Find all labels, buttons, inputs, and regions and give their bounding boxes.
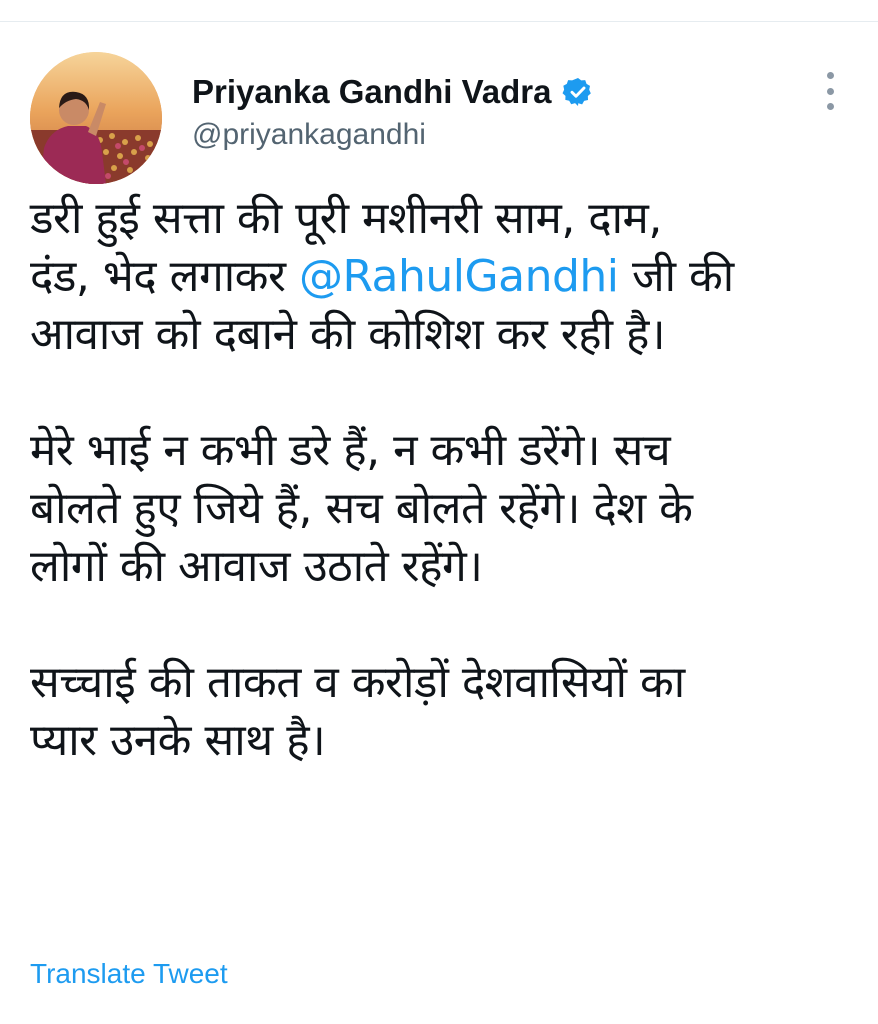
tweet-line: सच्चाई की ताकत व करोड़ों देशवासियों का [30,657,685,708]
author-name-row[interactable]: Priyanka Gandhi Vadra [192,70,594,114]
tweet-line: मेरे भाई न कभी डरे हैं, न कभी डरेंगे। सच [30,425,671,476]
tweet-line: लोगों की आवाज उठाते रहेंगे। [30,541,483,592]
tweet-line: दंड, भेद लगाकर @RahulGandhi जी की [30,251,734,302]
more-dot [826,103,834,110]
more-dot [826,87,834,95]
translate-tweet-link[interactable]: Translate Tweet [30,958,228,990]
tweet-line: आवाज को दबाने की कोशिश कर रही है। [30,309,666,360]
more-dot [826,72,834,79]
author-display-name[interactable]: Priyanka Gandhi Vadra [192,73,552,111]
top-divider [0,21,878,22]
tweet-paragraph: सच्चाई की ताकत व करोड़ों देशवासियों का प… [30,654,850,770]
tweet-paragraph: डरी हुई सत्ता की पूरी मशीनरी साम, दाम, द… [30,190,850,364]
verified-badge-icon [562,76,594,108]
mention-link[interactable]: @RahulGandhi [299,251,619,302]
tweet-line: प्यार उनके साथ है। [30,715,326,766]
tweet-paragraph: मेरे भाई न कभी डरे हैं, न कभी डरेंगे। सच… [30,422,850,596]
tweet-line: डरी हुई सत्ता की पूरी मशीनरी साम, दाम, [30,193,662,244]
more-options-icon[interactable] [818,72,842,110]
tweet-line: बोलते हुए जिये हैं, सच बोलते रहेंगे। देश… [30,483,693,534]
tweet-text: डरी हुई सत्ता की पूरी मशीनरी साम, दाम, द… [30,190,850,770]
avatar[interactable] [30,52,162,184]
author-handle[interactable]: @priyankagandhi [192,118,426,152]
avatar-photo [30,52,162,184]
